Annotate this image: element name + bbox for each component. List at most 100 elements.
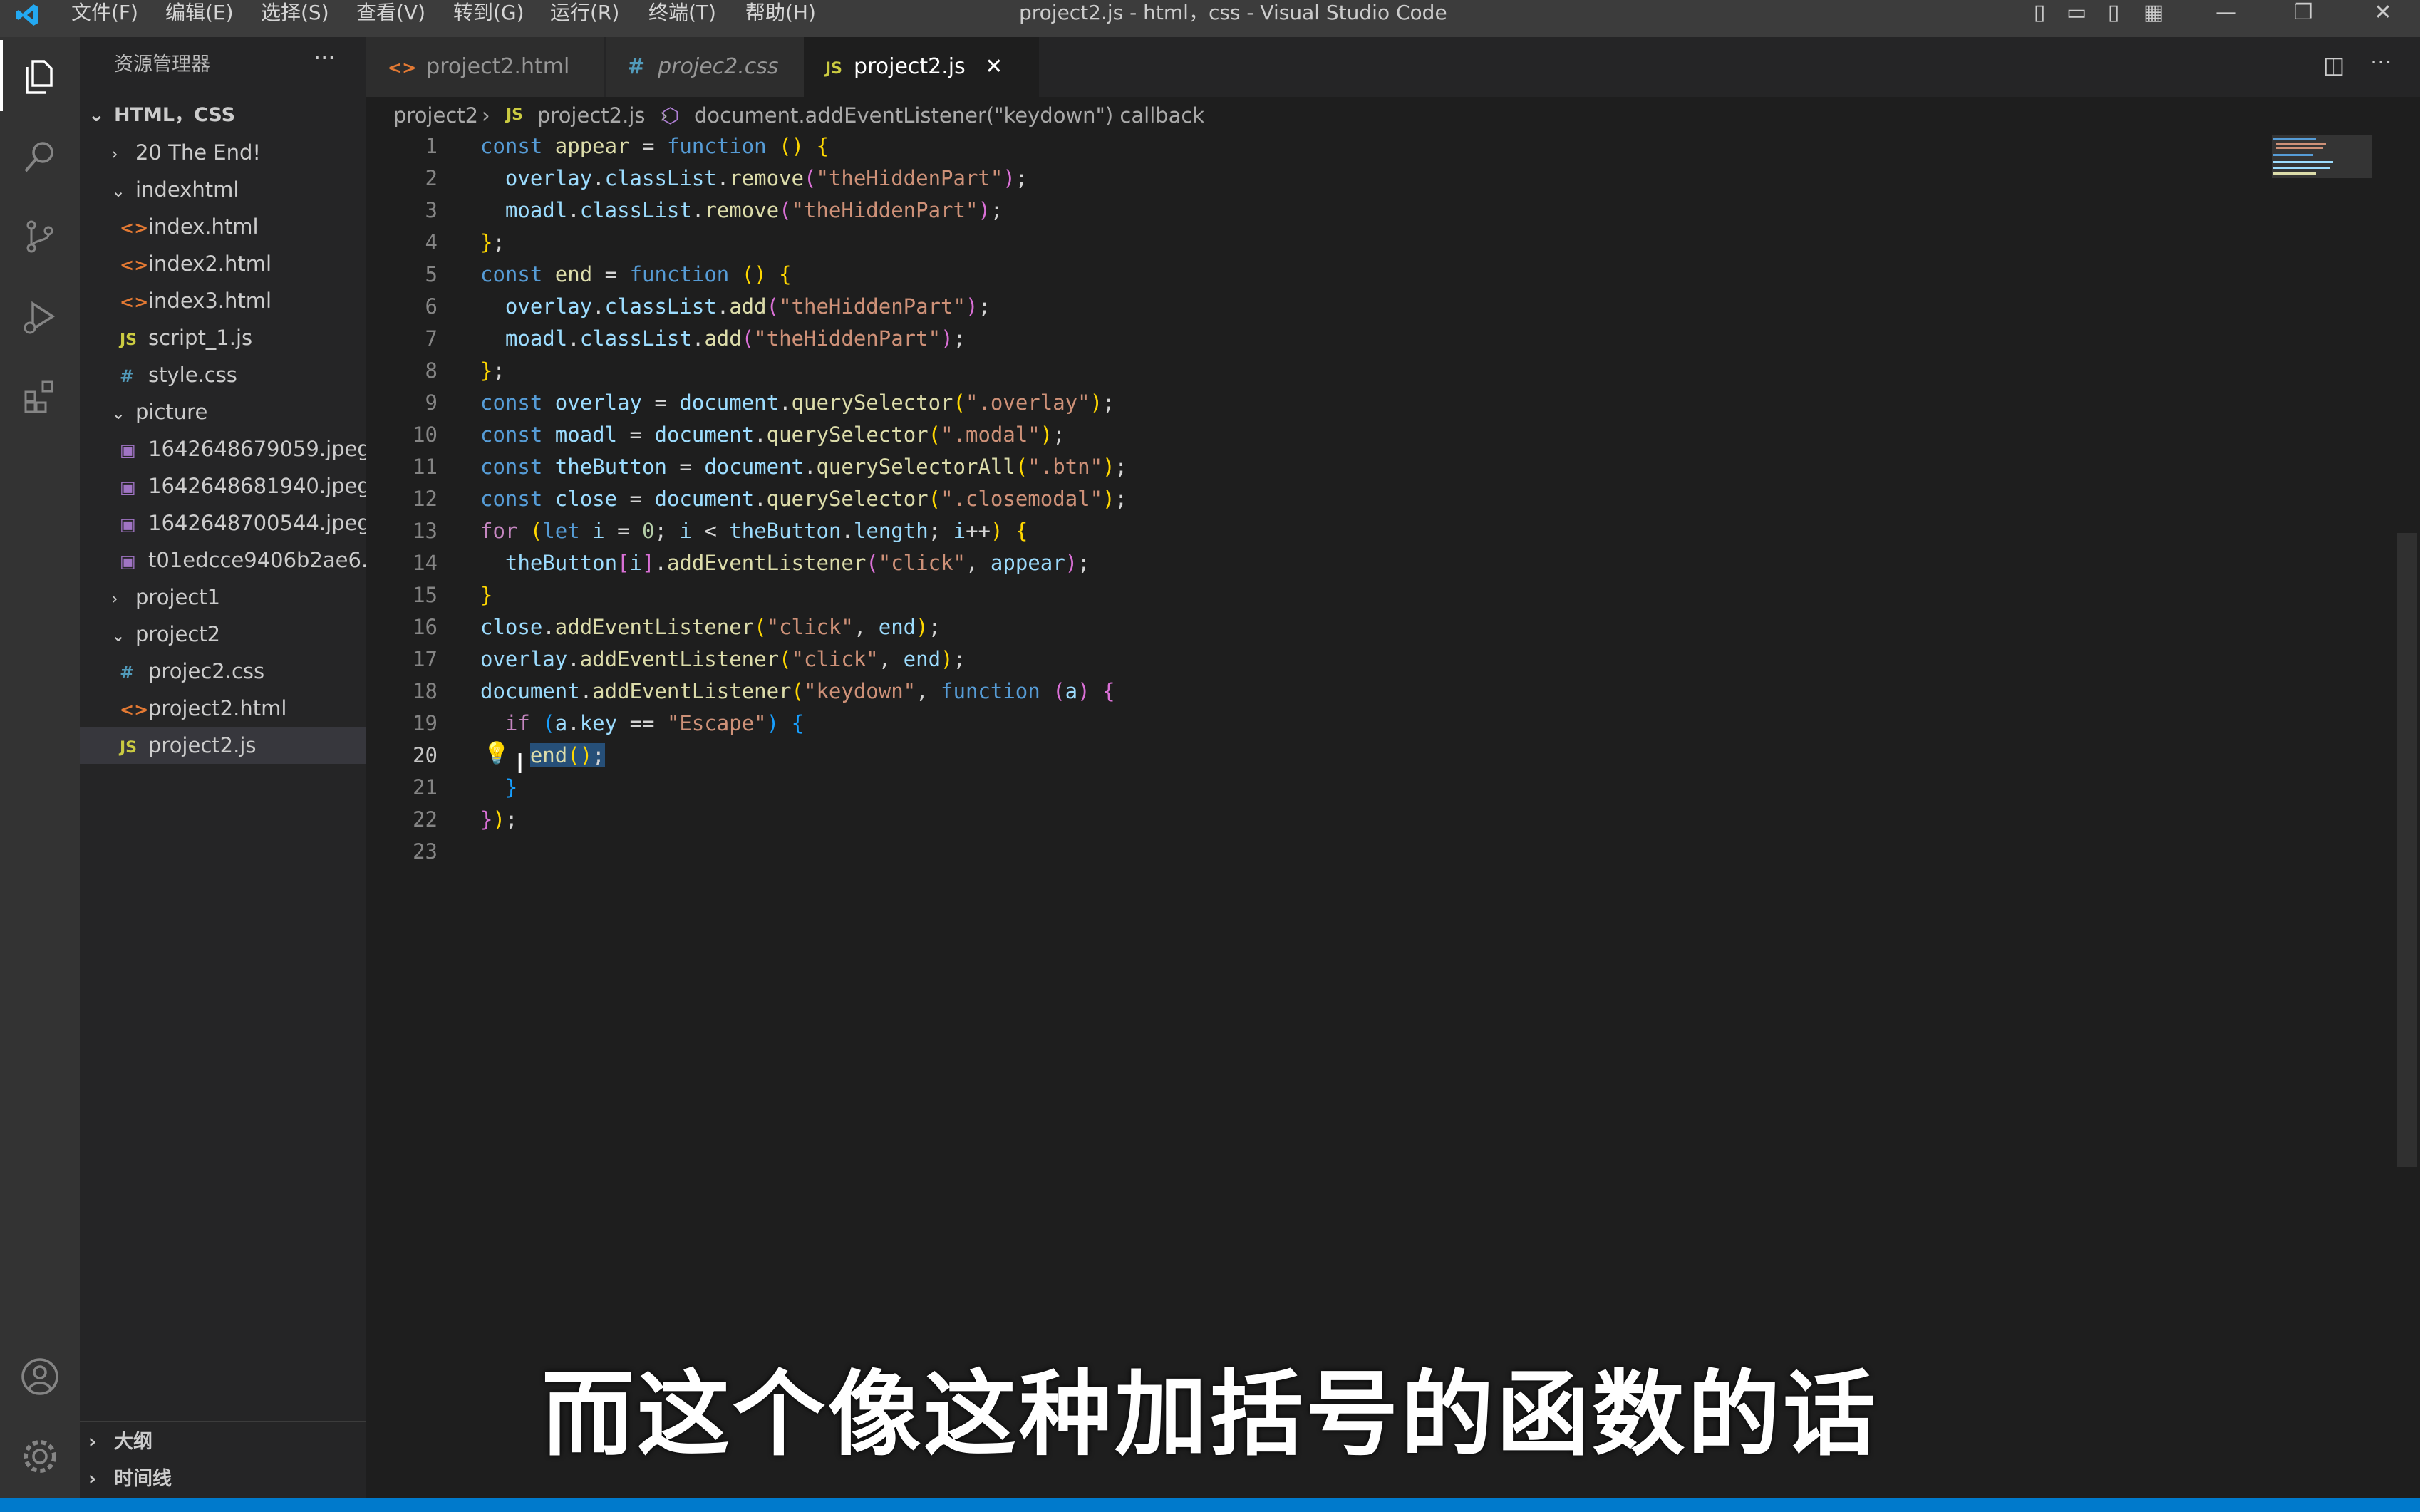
- code-line[interactable]: }: [480, 583, 492, 607]
- tab-project2-js[interactable]: JS project2.js ✕: [804, 37, 1039, 97]
- tab-project2-html[interactable]: <> project2.html: [366, 37, 604, 97]
- tree-file-index-html[interactable]: <>index.html: [80, 208, 406, 245]
- menu-file[interactable]: 文件(F): [71, 0, 138, 37]
- line-number: 1: [425, 134, 438, 158]
- code-line[interactable]: const overlay = document.querySelector("…: [480, 390, 1115, 415]
- tree-file-style-css[interactable]: # style.css: [80, 356, 406, 393]
- chevron-down-icon: ⌄: [111, 181, 126, 201]
- chevron-right-icon: ›: [111, 589, 118, 609]
- workspace-root[interactable]: ⌄ HTML，CSS: [80, 97, 375, 134]
- code-line[interactable]: overlay.classList.add("theHiddenPart");: [480, 294, 991, 319]
- line-number: 14: [413, 551, 438, 575]
- tree-file-projec2-css[interactable]: # projec2.css: [80, 653, 406, 690]
- tree-file-image-3[interactable]: ▣ 1642648700544.jpeg: [80, 504, 406, 542]
- tree-file-index2-html[interactable]: <>index2.html: [80, 245, 406, 282]
- line-number: 23: [413, 839, 438, 864]
- code-line[interactable]: };: [480, 230, 505, 254]
- tree-file-image-2[interactable]: ▣ 1642648681940.jpeg: [80, 467, 406, 504]
- code-line[interactable]: if (a.key == "Escape") {: [480, 711, 804, 735]
- line-number: 12: [413, 487, 438, 511]
- html-file-icon: <>: [120, 255, 149, 275]
- close-window-icon[interactable]: ✕: [2363, 0, 2403, 29]
- source-control-icon[interactable]: [0, 197, 80, 276]
- symbol-method-icon: ⬡: [661, 103, 680, 128]
- code-line[interactable]: const theButton = document.querySelector…: [480, 455, 1127, 479]
- menu-view[interactable]: 查看(V): [356, 0, 425, 37]
- explorer-icon[interactable]: [0, 37, 80, 117]
- code-line[interactable]: const appear = function () {: [480, 134, 829, 158]
- line-number: 7: [425, 326, 438, 351]
- restore-icon[interactable]: ❐: [2283, 0, 2323, 29]
- css-file-icon: #: [120, 663, 135, 683]
- breadcrumb-file[interactable]: project2.js: [537, 97, 646, 134]
- tab-bar: <> project2.html # projec2.css JS project2.…: [366, 37, 2420, 97]
- tree-file-project2-js[interactable]: JS project2.js: [80, 727, 406, 764]
- menu-selection[interactable]: 选择(S): [261, 0, 329, 37]
- minimize-icon[interactable]: —: [2206, 0, 2246, 29]
- tree-folder-20-the-end[interactable]: › 20 The End!: [80, 134, 398, 171]
- js-file-icon: JS: [120, 331, 138, 349]
- code-line[interactable]: theButton[i].addEventListener("click", a…: [480, 551, 1090, 575]
- tree-folder-indexhtml[interactable]: ⌄ indexhtml: [80, 171, 398, 208]
- line-number: 3: [425, 198, 438, 222]
- toggle-sidebar-icon[interactable]: ▯: [2020, 0, 2059, 29]
- line-number: 17: [413, 647, 438, 671]
- minimap[interactable]: [2272, 135, 2407, 178]
- lightbulb-icon[interactable]: 💡: [483, 741, 510, 766]
- close-tab-icon[interactable]: ✕: [985, 54, 1003, 79]
- code-line[interactable]: moadl.classList.remove("theHiddenPart");: [480, 198, 1003, 222]
- window-title: project2.js - html，css - Visual Studio C…: [1019, 1, 1447, 24]
- html-file-icon: <>: [120, 700, 149, 720]
- breadcrumb-symbol[interactable]: document.addEventListener("keydown") cal…: [694, 97, 1204, 134]
- html-file-icon: <>: [120, 218, 149, 238]
- tree-file-script-1-js[interactable]: JS script_1.js: [80, 319, 406, 356]
- menu-terminal[interactable]: 终端(T): [648, 0, 716, 37]
- image-file-icon: ▣: [120, 552, 136, 571]
- menu-go[interactable]: 转到(G): [453, 0, 524, 37]
- code-line[interactable]: overlay.classList.remove("theHiddenPart"…: [480, 166, 1028, 190]
- code-line[interactable]: overlay.addEventListener("click", end);: [480, 647, 966, 671]
- code-line[interactable]: for (let i = 0; i < theButton.length; i+…: [480, 519, 1028, 543]
- code-editor[interactable]: 1 2 3 4 5 6 7 8 9 10 11 12 13 14 15 16 17 18 19 20 21 22 23 co…: [366, 134, 2420, 1498]
- code-line[interactable]: });: [480, 807, 517, 832]
- code-line[interactable]: };: [480, 358, 505, 383]
- tree-file-image-1[interactable]: ▣ 1642648679059.jpeg: [80, 430, 406, 467]
- breadcrumb-folder[interactable]: project2: [393, 97, 478, 134]
- vertical-scrollbar[interactable]: [2397, 533, 2417, 1167]
- line-number: 4: [425, 230, 438, 254]
- toggle-secondary-sidebar-icon[interactable]: ▯: [2094, 0, 2134, 29]
- tree-file-project2-html[interactable]: <>project2.html: [80, 690, 406, 727]
- code-line[interactable]: const moadl = document.querySelector(".m…: [480, 423, 1065, 447]
- line-number: 20: [413, 743, 438, 767]
- editor-more-icon[interactable]: ···: [2370, 48, 2392, 76]
- line-number: 19: [413, 711, 438, 735]
- line-number: 18: [413, 679, 438, 703]
- line-number: 15: [413, 583, 438, 607]
- menu-run[interactable]: 运行(R): [550, 0, 619, 37]
- code-line[interactable]: moadl.classList.add("theHiddenPart");: [480, 326, 966, 351]
- line-number: 16: [413, 615, 438, 639]
- code-line[interactable]: close.addEventListener("click", end);: [480, 615, 941, 639]
- extensions-icon[interactable]: [0, 356, 80, 436]
- code-line[interactable]: }: [480, 775, 517, 799]
- tree-folder-project1[interactable]: › project1: [80, 579, 398, 616]
- line-number: 10: [413, 423, 438, 447]
- split-editor-icon[interactable]: ◫: [2323, 51, 2344, 78]
- breadcrumb: project2 › JS project2.js › ⬡ document.a…: [366, 97, 2420, 134]
- tree-folder-picture[interactable]: ⌄ picture: [80, 393, 398, 430]
- code-line[interactable]: const close = document.querySelector(".c…: [480, 487, 1127, 511]
- tree-file-index3-html[interactable]: <>index3.html: [80, 282, 406, 319]
- toggle-panel-icon[interactable]: ▭: [2057, 0, 2096, 29]
- tree-file-image-4[interactable]: ▣ t01edcce9406b2ae6...: [80, 542, 406, 579]
- code-line[interactable]: const end = function () {: [480, 262, 792, 286]
- tree-folder-project2[interactable]: ⌄ project2: [80, 616, 398, 653]
- customize-layout-icon[interactable]: ▦: [2134, 0, 2173, 29]
- menu-help[interactable]: 帮助(H): [745, 0, 816, 37]
- code-line[interactable]: document.addEventListener("keydown", fun…: [480, 679, 1115, 703]
- explorer-more-icon[interactable]: ···: [314, 44, 336, 71]
- run-debug-icon[interactable]: [0, 276, 80, 356]
- menu-edit[interactable]: 编辑(E): [165, 0, 234, 37]
- activity-bar: [0, 37, 80, 1498]
- search-icon[interactable]: [0, 117, 80, 197]
- html-file-icon: <>: [120, 292, 149, 312]
